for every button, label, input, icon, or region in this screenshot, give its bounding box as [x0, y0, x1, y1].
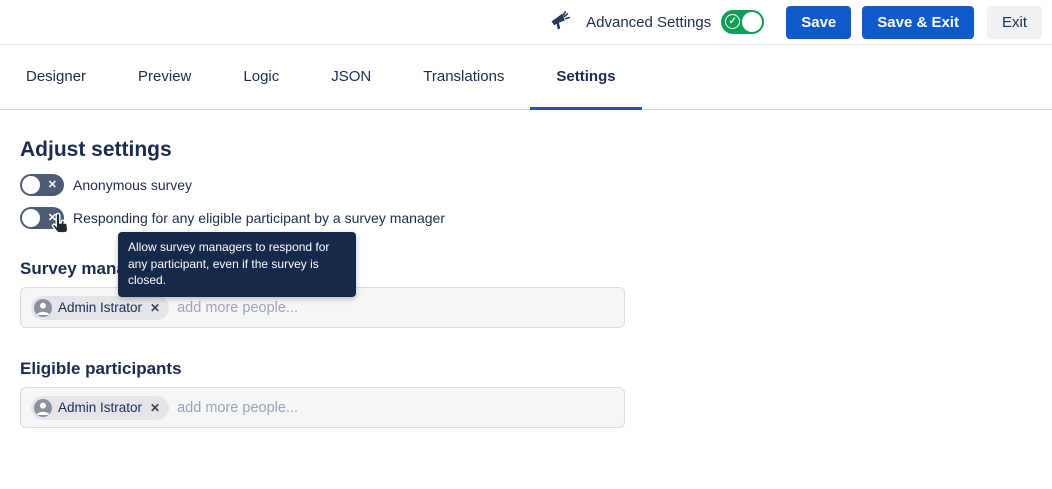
tab-translations[interactable]: Translations	[397, 45, 530, 110]
respond-for-participant-row: ✕ Responding for any eligible participan…	[20, 206, 1052, 229]
person-tag: Admin Istrator ✕	[31, 296, 169, 320]
anonymous-survey-row: ✕ Anonymous survey	[20, 173, 1052, 196]
tab-settings[interactable]: Settings	[530, 45, 641, 110]
anonymous-survey-toggle[interactable]: ✕	[20, 174, 64, 196]
remove-person-icon[interactable]: ✕	[150, 402, 160, 414]
person-tag-label: Admin Istrator	[58, 300, 142, 315]
toggle-knob	[22, 209, 40, 227]
exit-button[interactable]: Exit	[987, 6, 1042, 39]
toggle-tooltip: Allow survey managers to respond for any…	[118, 232, 356, 297]
add-people-input[interactable]	[177, 400, 614, 416]
person-icon	[34, 299, 52, 317]
top-toolbar: Advanced Settings ✓ Save Save & Exit Exi…	[0, 0, 1052, 45]
tab-bar: Designer Preview Logic JSON Translations…	[0, 45, 1052, 110]
check-icon: ✓	[725, 14, 740, 29]
page-title: Adjust settings	[20, 138, 1052, 162]
tab-json[interactable]: JSON	[305, 45, 397, 110]
person-tag: Admin Istrator ✕	[31, 396, 169, 420]
eligible-participants-heading: Eligible participants	[20, 359, 1052, 379]
toggle-knob	[22, 176, 40, 194]
remove-person-icon[interactable]: ✕	[150, 302, 160, 314]
close-icon: ✕	[48, 174, 57, 196]
person-icon	[34, 399, 52, 417]
respond-for-participant-toggle[interactable]: ✕	[20, 207, 64, 229]
toggle-knob	[742, 12, 762, 32]
save-button[interactable]: Save	[786, 6, 851, 39]
tab-logic[interactable]: Logic	[217, 45, 305, 110]
tab-preview[interactable]: Preview	[112, 45, 217, 110]
advanced-settings-toggle[interactable]: ✓	[721, 10, 764, 34]
advanced-settings-label: Advanced Settings	[586, 14, 711, 31]
megaphone-icon	[546, 9, 572, 35]
close-icon: ✕	[48, 207, 57, 229]
respond-for-participant-label: Responding for any eligible participant …	[73, 210, 445, 226]
person-tag-label: Admin Istrator	[58, 400, 142, 415]
save-and-exit-button[interactable]: Save & Exit	[862, 6, 974, 39]
eligible-participants-input[interactable]: Admin Istrator ✕	[20, 387, 625, 428]
add-people-input[interactable]	[177, 300, 614, 316]
tab-designer[interactable]: Designer	[0, 45, 112, 110]
anonymous-survey-label: Anonymous survey	[73, 177, 192, 193]
